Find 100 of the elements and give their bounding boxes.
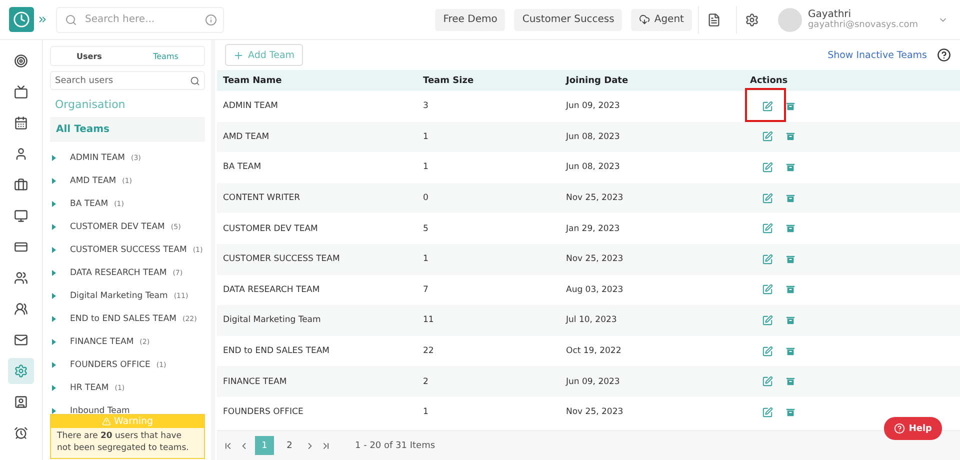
first-page-icon[interactable]: [223, 440, 233, 450]
warning-title: Warning: [114, 416, 154, 427]
table-cell-text: 5: [422, 224, 430, 234]
edit-icon[interactable]: [762, 314, 773, 326]
expand-icon[interactable]: [52, 316, 56, 322]
table-cell-text: DATA RESEARCH TEAM: [222, 284, 321, 295]
tab[interactable]: Users: [51, 47, 128, 65]
team-name[interactable]: FOUNDERS OFFICE: [70, 360, 150, 370]
edit-icon[interactable]: [762, 162, 773, 173]
archive-icon[interactable]: [785, 346, 796, 357]
expand-icon[interactable]: [52, 362, 56, 368]
edit-icon[interactable]: [762, 284, 773, 296]
table-cell-text: 3: [422, 101, 430, 112]
edit-icon[interactable]: [762, 100, 773, 112]
archive-icon[interactable]: [785, 192, 796, 204]
column-header: Actions: [749, 76, 789, 86]
expand-icon[interactable]: [52, 338, 56, 344]
help-button[interactable]: Help: [884, 417, 942, 440]
table-cell-text: Jun 09, 2023: [564, 376, 621, 387]
archive-icon[interactable]: [785, 284, 796, 296]
archive-icon[interactable]: [785, 100, 796, 112]
expand-icon[interactable]: [52, 292, 56, 298]
search-icon: [190, 76, 200, 86]
team-name[interactable]: ADMIN TEAM: [70, 152, 125, 162]
table-cell-text: CUSTOMER DEV TEAM: [222, 224, 319, 234]
document-icon[interactable]: [707, 12, 722, 26]
help-icon: [894, 423, 905, 434]
table-cell-text: AMD TEAM: [222, 132, 270, 142]
table-cell-text: Nov 25, 2023: [565, 254, 624, 264]
table-cell-text: 7: [422, 284, 430, 295]
plus-icon: [233, 50, 244, 60]
table-cell-text: Jun 08, 2023: [564, 132, 621, 142]
expand-icon[interactable]: [52, 200, 56, 206]
table-cell-text: 1: [422, 254, 430, 264]
table-cell-text: CONTENT WRITER: [222, 193, 302, 204]
column-header: Team Size: [422, 76, 475, 86]
expand-icon[interactable]: [52, 224, 56, 230]
archive-icon[interactable]: [785, 162, 796, 173]
logo-icon: [9, 7, 34, 32]
expand-icon[interactable]: [52, 246, 56, 252]
expand-icon[interactable]: [52, 154, 56, 160]
edit-icon[interactable]: [762, 223, 773, 234]
edit-icon[interactable]: [762, 254, 773, 265]
table-cell-text: Nov 25, 2023: [565, 407, 624, 418]
table-cell-text: Digital Marketing Team: [222, 315, 322, 326]
header-button[interactable]: Customer Success: [514, 8, 622, 30]
table-cell-text: FINANCE TEAM: [222, 376, 288, 387]
table-cell-text: 1: [422, 407, 430, 418]
header-button[interactable]: Free Demo: [435, 8, 506, 30]
edit-icon[interactable]: [762, 376, 773, 388]
archive-icon[interactable]: [785, 131, 796, 142]
table-cell-text: Jun 08, 2023: [564, 162, 621, 172]
user-email: gayathri@snovasys.com: [808, 20, 918, 30]
team-name[interactable]: HR TEAM: [70, 382, 109, 392]
archive-icon[interactable]: [785, 254, 796, 265]
page-summary: 1 - 20 of 31 Items: [355, 440, 436, 450]
table-cell-text: 2: [422, 376, 430, 387]
page-button[interactable]: 2: [280, 436, 299, 455]
team-name[interactable]: DATA RESEARCH TEAM: [70, 268, 167, 278]
team-name[interactable]: BA TEAM: [70, 198, 108, 208]
expand-icon[interactable]: [52, 384, 56, 390]
agent-button[interactable]: Agent: [631, 8, 692, 30]
team-name[interactable]: Inbound Team: [70, 406, 130, 416]
expand-icon[interactable]: [37, 14, 48, 25]
team-name[interactable]: CUSTOMER SUCCESS TEAM: [70, 244, 187, 254]
table-cell-text: Nov 25, 2023: [565, 193, 624, 204]
expand-icon[interactable]: [52, 270, 56, 276]
team-name[interactable]: FINANCE TEAM: [70, 336, 134, 346]
help-icon[interactable]: [937, 48, 951, 62]
team-name[interactable]: AMD TEAM: [70, 176, 116, 186]
edit-icon[interactable]: [762, 131, 773, 142]
last-page-icon[interactable]: [321, 440, 331, 450]
archive-icon[interactable]: [785, 223, 796, 234]
table-cell-text: 11: [422, 315, 435, 326]
user-name: Gayathri: [808, 9, 852, 20]
expand-icon[interactable]: [52, 178, 56, 184]
settings-icon[interactable]: [745, 12, 760, 26]
team-name[interactable]: CUSTOMER DEV TEAM: [70, 222, 165, 232]
table-cell-text: Aug 03, 2023: [565, 284, 624, 295]
archive-icon[interactable]: [785, 314, 796, 326]
archive-icon[interactable]: [785, 376, 796, 388]
table-cell-text: ADMIN TEAM: [222, 101, 279, 112]
table-cell-text: Jun 09, 2023: [564, 101, 621, 112]
table-cell-text: 0: [422, 193, 430, 204]
warning-text: There are 20 users that have not been segregated to teams.: [56, 430, 190, 456]
team-name[interactable]: END to END SALES TEAM: [70, 314, 176, 324]
table-cell-text: CUSTOMER SUCCESS TEAM: [222, 254, 341, 264]
edit-icon[interactable]: [762, 406, 773, 418]
search-field[interactable]: Search users: [50, 71, 205, 90]
edit-icon[interactable]: [762, 346, 773, 357]
column-header: Team Name: [222, 76, 283, 86]
table-cell-text: 1: [422, 162, 430, 172]
team-name[interactable]: Digital Marketing Team: [70, 290, 168, 300]
table-cell-text: 1: [422, 132, 430, 142]
table-cell-text: Oct 19, 2022: [565, 346, 622, 356]
table-cell-text: Jan 29, 2023: [564, 224, 621, 234]
avatar: [778, 8, 802, 32]
archive-icon[interactable]: [785, 406, 796, 418]
edit-icon[interactable]: [762, 192, 773, 204]
column-header: Joining Date: [564, 76, 630, 86]
